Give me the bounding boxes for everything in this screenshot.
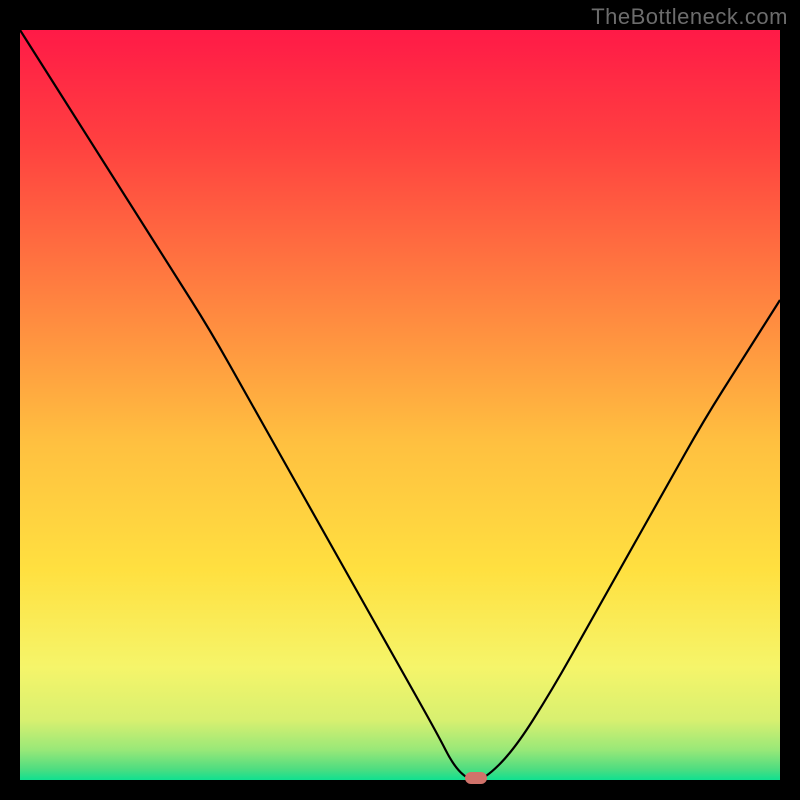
bottleneck-chart <box>0 0 800 800</box>
optimal-marker <box>465 772 487 784</box>
watermark-text: TheBottleneck.com <box>591 4 788 30</box>
chart-frame: TheBottleneck.com <box>0 0 800 800</box>
